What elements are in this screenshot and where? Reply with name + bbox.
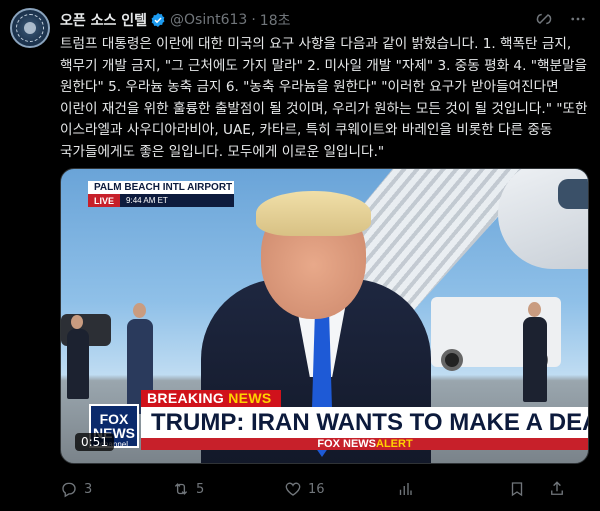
speaker-hair bbox=[256, 191, 371, 236]
like-button[interactable]: 16 bbox=[284, 480, 396, 498]
video-duration: 0:51 bbox=[75, 433, 114, 451]
bookmark-button[interactable] bbox=[508, 480, 548, 498]
separator: · bbox=[251, 12, 256, 28]
airplane bbox=[498, 169, 588, 269]
timestamp[interactable]: 18초 bbox=[260, 10, 291, 30]
avatar[interactable] bbox=[10, 8, 50, 48]
live-label: LIVE bbox=[88, 195, 121, 206]
breaking-news-label: BREAKING NEWS bbox=[141, 390, 281, 407]
headline: TRUMP: IRAN WANTS TO MAKE A DEAL bbox=[141, 407, 588, 438]
bookmark-icon bbox=[511, 482, 523, 497]
like-icon bbox=[285, 482, 301, 496]
views-button[interactable] bbox=[396, 480, 508, 498]
post-header: 오픈 소스 인텔 @Osint613 · 18초 bbox=[60, 10, 290, 30]
repost-icon bbox=[174, 483, 188, 495]
more-icon[interactable] bbox=[568, 9, 588, 29]
person-left bbox=[67, 329, 89, 399]
live-time: 9:44 AM ET bbox=[120, 194, 234, 207]
reply-count: 3 bbox=[84, 481, 93, 497]
views-icon bbox=[399, 483, 412, 495]
fox-news-alert: FOX NEWSALERT bbox=[141, 438, 588, 450]
repost-button[interactable]: 5 bbox=[172, 480, 284, 498]
post: 오픈 소스 인텔 @Osint613 · 18초 트럼프 대통령은 이란에 대한… bbox=[0, 0, 600, 511]
share-button[interactable] bbox=[548, 480, 578, 498]
reply-button[interactable]: 3 bbox=[60, 480, 172, 498]
post-text: 트럼프 대통령은 이란에 대한 미국의 요구 사항을 다음과 같이 밝혔습니다.… bbox=[60, 36, 588, 160]
verified-badge-icon bbox=[151, 13, 165, 27]
post-top-actions bbox=[534, 9, 588, 29]
grok-icon[interactable] bbox=[534, 9, 554, 29]
reply-icon bbox=[62, 482, 76, 498]
location-label: PALM BEACH INTL AIRPORT bbox=[94, 182, 233, 193]
action-bar: 3 5 16 bbox=[60, 478, 590, 500]
repost-count: 5 bbox=[196, 481, 205, 497]
lower-third: FOX NEWS channel BREAKING NEWS TRUMP: IR… bbox=[89, 390, 588, 450]
like-count: 16 bbox=[308, 481, 325, 497]
video-player[interactable]: PALM BEACH INTL AIRPORT LIVE 9:44 AM ET … bbox=[60, 168, 589, 464]
share-icon bbox=[551, 481, 563, 495]
author-handle[interactable]: @Osint613 bbox=[170, 12, 247, 28]
avatar-emblem bbox=[16, 14, 44, 42]
author-name[interactable]: 오픈 소스 인텔 bbox=[60, 10, 147, 30]
location-bug: PALM BEACH INTL AIRPORT LIVE 9:44 AM ET bbox=[88, 181, 234, 207]
